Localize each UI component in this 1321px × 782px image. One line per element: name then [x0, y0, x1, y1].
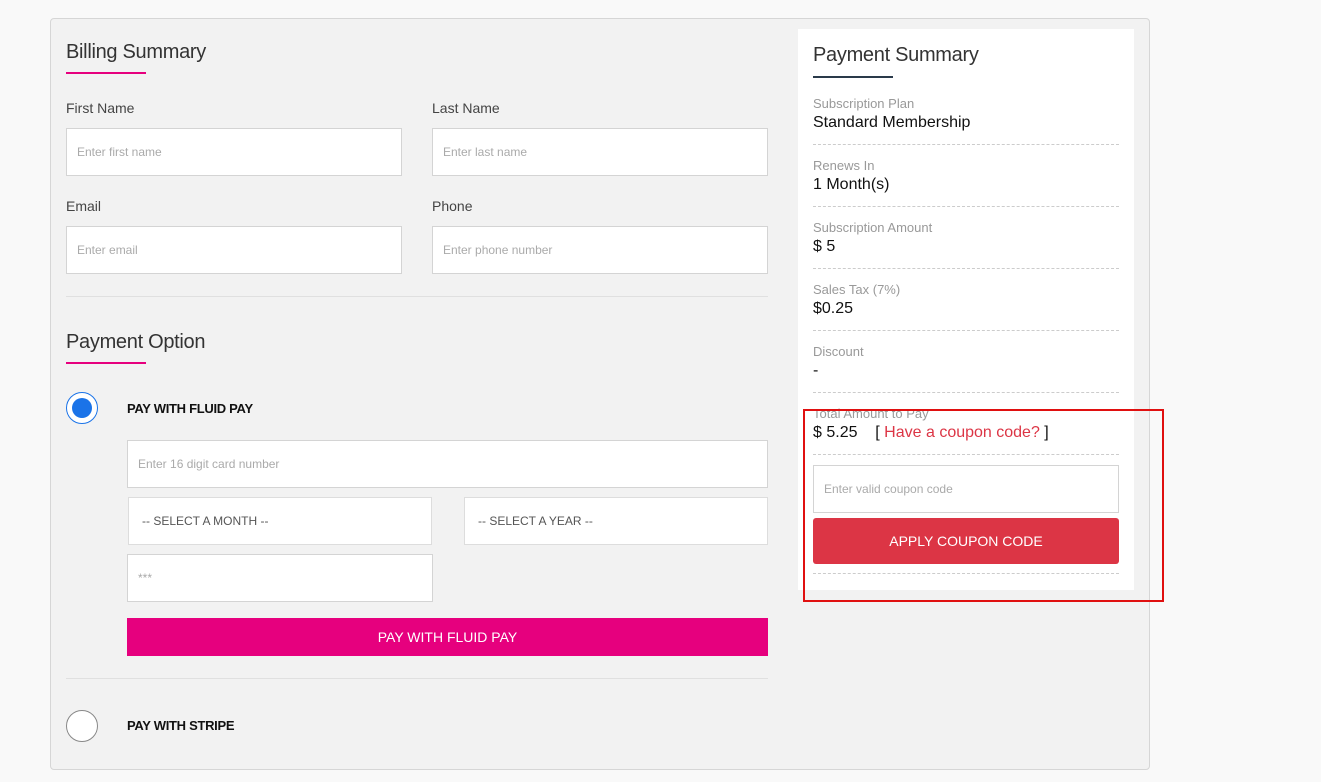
phone-input[interactable]	[432, 226, 768, 274]
coupon-bottom-divider	[813, 573, 1119, 574]
year-select[interactable]: -- SELECT A YEAR --	[464, 497, 768, 545]
plan-label: Subscription Plan	[813, 96, 915, 111]
billing-title-underline	[66, 72, 146, 74]
total-line: $ 5.25 [ Have a coupon code? ]	[813, 424, 1049, 442]
amount-value: $ 5	[813, 238, 836, 255]
total-label: Total Amount to Pay	[813, 406, 929, 421]
tax-value: $0.25	[813, 300, 854, 317]
card-number-input[interactable]	[127, 440, 768, 488]
plan-value: Standard Membership	[813, 114, 971, 131]
coupon-bracket-open: [	[875, 424, 880, 441]
apply-coupon-button[interactable]: APPLY COUPON CODE	[813, 518, 1119, 564]
month-select-value: -- SELECT A MONTH --	[142, 514, 269, 528]
renews-value: 1 Month(s)	[813, 176, 890, 193]
tax-label: Sales Tax (7%)	[813, 282, 901, 297]
coupon-code-input[interactable]	[813, 465, 1119, 513]
summary-row-plan: Subscription Plan Standard Membership	[813, 95, 1119, 145]
pay-fluid-pay-button[interactable]: PAY WITH FLUID PAY	[127, 618, 768, 656]
billing-summary-title: Billing Summary	[66, 41, 206, 63]
coupon-bracket-close: ]	[1044, 424, 1049, 441]
have-coupon-link[interactable]: Have a coupon code?	[884, 424, 1040, 441]
first-name-label: First Name	[66, 100, 135, 116]
discount-value: -	[813, 362, 819, 379]
summary-row-discount: Discount -	[813, 343, 1119, 393]
month-select[interactable]: -- SELECT A MONTH --	[128, 497, 432, 545]
first-name-input[interactable]	[66, 128, 402, 176]
billing-divider	[66, 296, 768, 297]
summary-row-amount: Subscription Amount $ 5	[813, 219, 1119, 269]
discount-label: Discount	[813, 344, 864, 359]
summary-row-renews: Renews In 1 Month(s)	[813, 157, 1119, 207]
summary-title-underline	[813, 76, 893, 78]
last-name-label: Last Name	[432, 100, 500, 116]
amount-label: Subscription Amount	[813, 220, 933, 235]
payment-divider	[66, 678, 768, 679]
payment-title-underline	[66, 362, 146, 364]
phone-label: Phone	[432, 198, 473, 214]
renews-label: Renews In	[813, 158, 875, 173]
stripe-label: PAY WITH STRIPE	[127, 718, 235, 733]
payment-summary-panel: Payment Summary Subscription Plan Standa…	[798, 29, 1134, 590]
email-input[interactable]	[66, 226, 402, 274]
last-name-input[interactable]	[432, 128, 768, 176]
fluid-pay-label: PAY WITH FLUID PAY	[127, 401, 253, 416]
total-value: $ 5.25	[813, 424, 858, 441]
email-label: Email	[66, 198, 102, 214]
summary-row-tax: Sales Tax (7%) $0.25	[813, 281, 1119, 331]
stripe-radio[interactable]	[66, 710, 98, 742]
cvv-input[interactable]	[127, 554, 433, 602]
payment-summary-title: Payment Summary	[813, 44, 979, 66]
year-select-value: -- SELECT A YEAR --	[478, 514, 593, 528]
fluid-pay-radio[interactable]	[66, 392, 98, 424]
payment-option-title: Payment Option	[66, 331, 206, 353]
summary-row-total: Total Amount to Pay $ 5.25 [ Have a coup…	[813, 405, 1119, 455]
